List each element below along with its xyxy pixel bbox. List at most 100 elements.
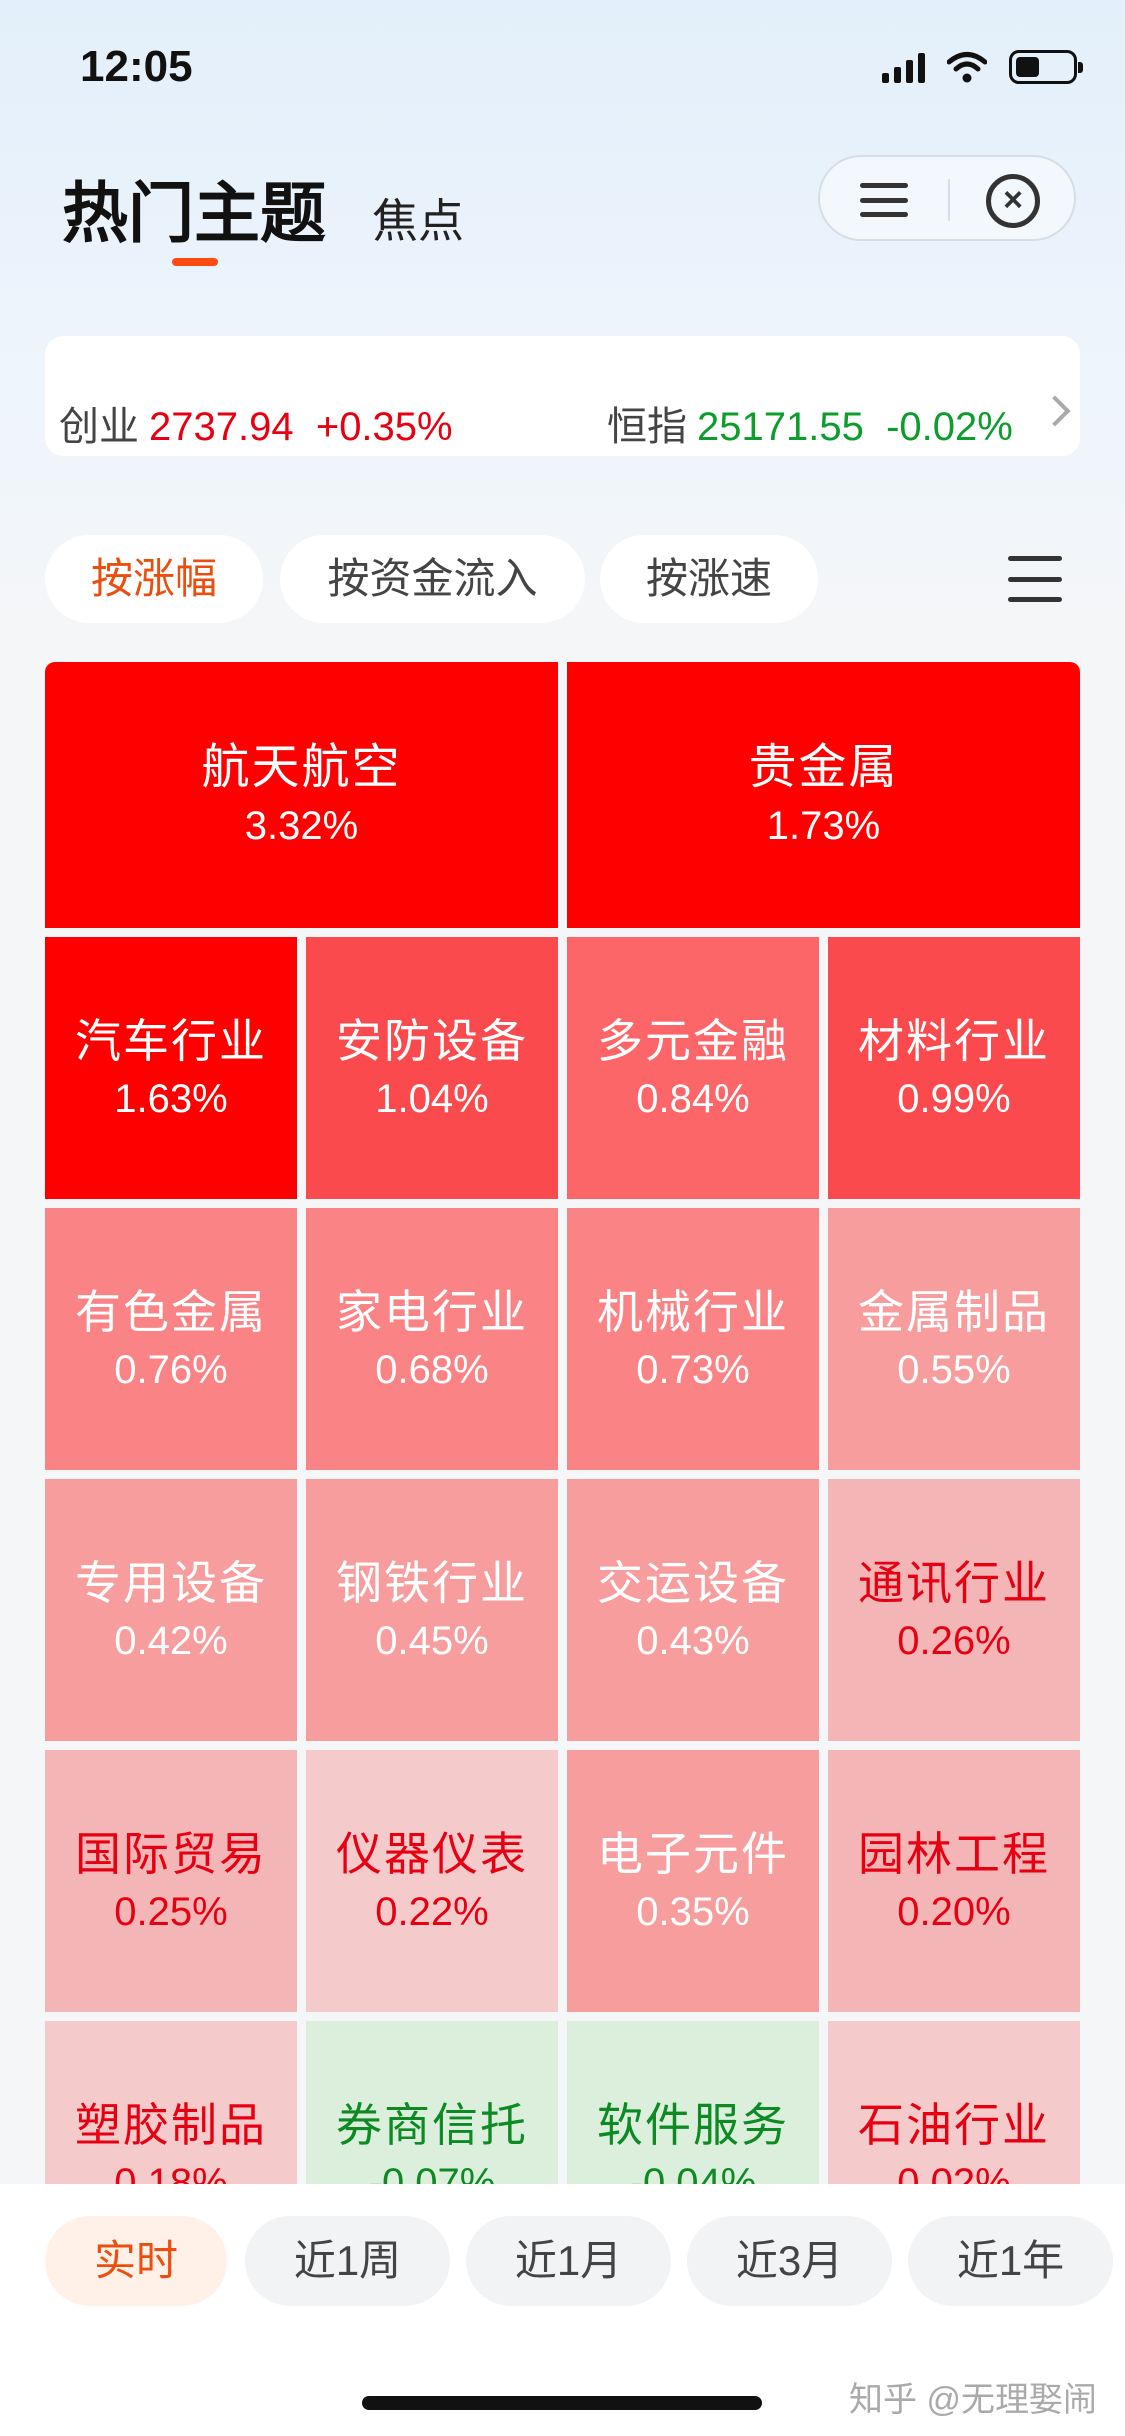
index-value: 2737.94 — [149, 405, 294, 449]
index-change: -0.02% — [886, 405, 1013, 449]
theme-name: 专用设备 — [75, 1557, 267, 1609]
theme-change: 0.02% — [897, 2161, 1011, 2184]
theme-tile[interactable]: 贵金属 1.73% — [567, 662, 1080, 928]
theme-tile[interactable]: 多元金融 0.84% — [567, 937, 819, 1199]
theme-change: 0.26% — [897, 1619, 1011, 1663]
divider — [948, 179, 950, 221]
theme-name: 石油行业 — [858, 2099, 1050, 2151]
theme-tile[interactable]: 航天航空 3.32% — [45, 662, 558, 928]
theme-change: 0.55% — [897, 1348, 1011, 1392]
index-card[interactable]: 创业 2737.94 +0.35% 恒指 25171.55 -0.02% — [45, 336, 1080, 456]
theme-name: 塑胶制品 — [75, 2099, 267, 2151]
index-change: +0.35% — [315, 405, 453, 449]
theme-name: 交运设备 — [597, 1557, 789, 1609]
theme-change: -0.07% — [368, 2161, 496, 2184]
period-1-week[interactable]: 近1周 — [245, 2216, 450, 2306]
period-1-month[interactable]: 近1月 — [466, 2216, 671, 2306]
index-name: 恒指 — [607, 405, 687, 449]
theme-tile[interactable]: 金属制品 0.55% — [828, 1208, 1080, 1470]
theme-name: 贵金属 — [748, 741, 899, 794]
active-tab-indicator — [172, 258, 218, 266]
theme-tile[interactable]: 有色金属 0.76% — [45, 1208, 297, 1470]
theme-tile[interactable]: 石油行业 0.02% — [828, 2021, 1080, 2184]
theme-change: 0.73% — [636, 1348, 750, 1392]
list-view-icon[interactable] — [1008, 556, 1062, 602]
period-realtime[interactable]: 实时 — [45, 2216, 227, 2306]
battery-level — [1016, 57, 1039, 77]
watermark: 知乎 @无理娶闹 — [849, 2381, 1097, 2419]
index-hang-seng: 恒指 25171.55 -0.02% — [607, 394, 1013, 452]
theme-change: 0.43% — [636, 1619, 750, 1663]
theme-name: 园林工程 — [858, 1828, 1050, 1880]
theme-change: 0.76% — [114, 1348, 228, 1392]
status-bar: 12:05 — [0, 0, 1125, 135]
header-actions: × — [818, 155, 1076, 241]
theme-name: 仪器仪表 — [336, 1828, 528, 1880]
status-icons — [882, 50, 1083, 84]
status-time: 12:05 — [80, 42, 193, 91]
close-icon[interactable]: × — [986, 174, 1040, 228]
theme-tile[interactable]: 材料行业 0.99% — [828, 937, 1080, 1199]
menu-icon[interactable] — [860, 183, 908, 217]
theme-heatmap: 航天航空 3.32% 贵金属 1.73% 汽车行业 1.63% 安防设备 1.04% 多元金融 0… — [45, 662, 1080, 2184]
theme-name: 材料行业 — [858, 1015, 1050, 1067]
theme-name: 通讯行业 — [858, 1557, 1050, 1609]
theme-tile[interactable]: 塑胶制品 0.18% — [45, 2021, 297, 2184]
home-indicator — [362, 2396, 762, 2410]
theme-name: 金属制品 — [858, 1286, 1050, 1338]
period-1-year[interactable]: 近1年 — [908, 2216, 1113, 2306]
theme-name: 家电行业 — [336, 1286, 528, 1338]
theme-tile[interactable]: 券商信托 -0.07% — [306, 2021, 558, 2184]
theme-change: 1.63% — [114, 1077, 228, 1121]
theme-name: 安防设备 — [336, 1015, 528, 1067]
sort-tab-by-fund-inflow[interactable]: 按资金流入 — [280, 535, 585, 623]
theme-tile[interactable]: 交运设备 0.43% — [567, 1479, 819, 1741]
theme-change: 0.99% — [897, 1077, 1011, 1121]
theme-name: 多元金融 — [597, 1015, 789, 1067]
theme-change: 0.42% — [114, 1619, 228, 1663]
theme-change: -0.04% — [629, 2161, 757, 2184]
battery-icon — [1009, 50, 1083, 84]
theme-tile[interactable]: 仪器仪表 0.22% — [306, 1750, 558, 2012]
theme-tile[interactable]: 专用设备 0.42% — [45, 1479, 297, 1741]
tab-focus[interactable]: 焦点 — [372, 185, 464, 251]
theme-change: 0.20% — [897, 1890, 1011, 1934]
theme-name: 软件服务 — [597, 2099, 789, 2151]
page-title[interactable]: 热门主题 — [62, 160, 326, 256]
theme-tile[interactable]: 安防设备 1.04% — [306, 937, 558, 1199]
theme-tile[interactable]: 通讯行业 0.26% — [828, 1479, 1080, 1741]
theme-change: 0.22% — [375, 1890, 489, 1934]
sort-tab-by-speed[interactable]: 按涨速 — [600, 535, 818, 623]
theme-tile[interactable]: 园林工程 0.20% — [828, 1750, 1080, 2012]
index-value: 25171.55 — [697, 405, 864, 449]
theme-change: 0.35% — [636, 1890, 750, 1934]
theme-tile[interactable]: 汽车行业 1.63% — [45, 937, 297, 1199]
theme-name: 航天航空 — [201, 741, 402, 794]
theme-tile[interactable]: 钢铁行业 0.45% — [306, 1479, 558, 1741]
theme-tile[interactable]: 电子元件 0.35% — [567, 1750, 819, 2012]
index-chinext: 创业 2737.94 +0.35% — [59, 394, 453, 452]
theme-name: 机械行业 — [597, 1286, 789, 1338]
theme-tile[interactable]: 机械行业 0.73% — [567, 1208, 819, 1470]
theme-name: 国际贸易 — [75, 1828, 267, 1880]
theme-tile[interactable]: 国际贸易 0.25% — [45, 1750, 297, 2012]
theme-name: 汽车行业 — [75, 1015, 267, 1067]
index-name: 创业 — [59, 405, 139, 449]
theme-change: 3.32% — [244, 804, 359, 848]
chevron-right-icon[interactable] — [1039, 395, 1071, 427]
theme-change: 0.25% — [114, 1890, 228, 1934]
theme-change: 1.04% — [375, 1077, 489, 1121]
theme-change: 1.73% — [766, 804, 881, 848]
theme-change: 0.68% — [375, 1348, 489, 1392]
theme-tile[interactable]: 家电行业 0.68% — [306, 1208, 558, 1470]
period-3-months[interactable]: 近3月 — [687, 2216, 892, 2306]
cellular-signal-icon — [882, 51, 925, 83]
theme-name: 有色金属 — [75, 1286, 267, 1338]
theme-name: 钢铁行业 — [336, 1557, 528, 1609]
theme-change: 0.84% — [636, 1077, 750, 1121]
sort-tab-by-gain[interactable]: 按涨幅 — [45, 535, 263, 623]
theme-name: 电子元件 — [597, 1828, 789, 1880]
theme-tile[interactable]: 软件服务 -0.04% — [567, 2021, 819, 2184]
theme-name: 券商信托 — [336, 2099, 528, 2151]
theme-change: 0.18% — [114, 2161, 228, 2184]
